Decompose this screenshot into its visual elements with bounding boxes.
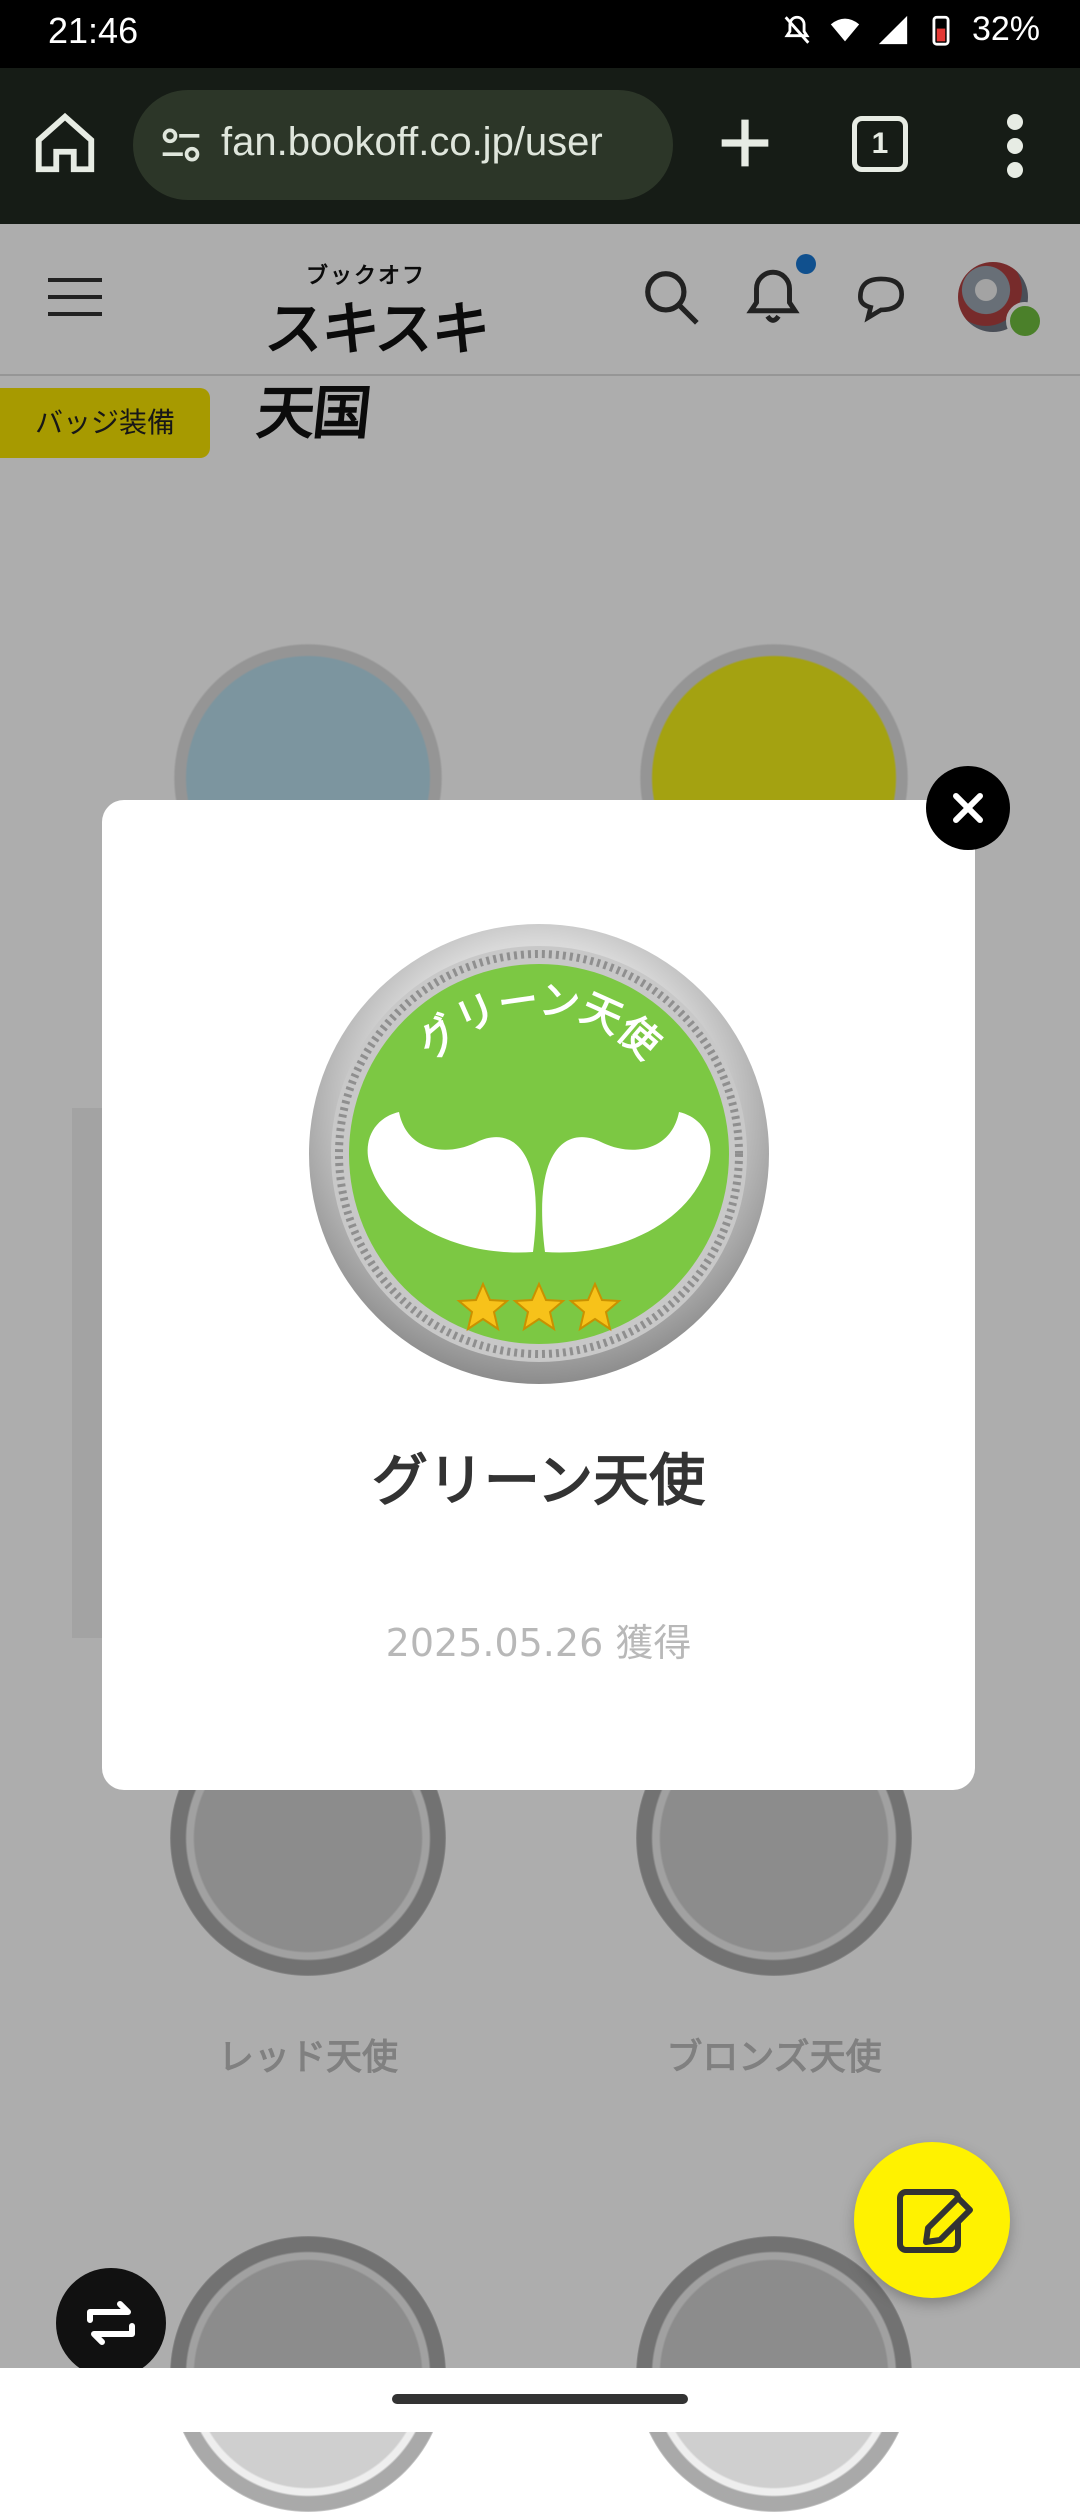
status-time: 21:46 bbox=[48, 10, 139, 51]
switch-button[interactable] bbox=[56, 2268, 166, 2378]
edit-icon bbox=[897, 2189, 973, 2253]
wifi-icon bbox=[830, 18, 860, 41]
home-handle[interactable] bbox=[392, 2394, 688, 2404]
signal-icon bbox=[878, 15, 908, 44]
green-angel-badge-image: グリーン天使 bbox=[309, 924, 769, 1384]
gesture-nav-bar bbox=[0, 2368, 1080, 2432]
badge-title: グリーン天使 bbox=[371, 1449, 706, 1514]
close-icon bbox=[953, 793, 983, 823]
compose-button[interactable] bbox=[854, 2142, 1010, 2298]
site-settings-icon[interactable] bbox=[159, 123, 203, 167]
status-icons: 32% bbox=[780, 10, 1040, 49]
browser-toolbar: fan.bookoff.co.jp/user 1 bbox=[0, 68, 1080, 224]
close-modal-button[interactable] bbox=[926, 766, 1010, 850]
url-text: fan.bookoff.co.jp/user bbox=[221, 120, 603, 164]
repeat-icon bbox=[87, 2301, 135, 2345]
new-tab-icon[interactable] bbox=[710, 108, 780, 178]
url-bar[interactable]: fan.bookoff.co.jp/user bbox=[133, 90, 673, 200]
battery-percent: 32% bbox=[971, 10, 1040, 48]
badge-acquired-date: 2025.05.26 獲得 bbox=[385, 1621, 692, 1665]
battery-icon bbox=[932, 15, 950, 46]
badge-detail-modal: グリーン天使 グリーン天使 2025.05.26 獲得 bbox=[102, 800, 975, 1790]
status-bar: 21:46 32% bbox=[0, 0, 1080, 68]
more-options-icon[interactable] bbox=[995, 106, 1035, 186]
tab-switcher-button[interactable]: 1 bbox=[852, 116, 908, 172]
mute-icon bbox=[784, 15, 810, 44]
home-icon[interactable] bbox=[30, 108, 100, 178]
